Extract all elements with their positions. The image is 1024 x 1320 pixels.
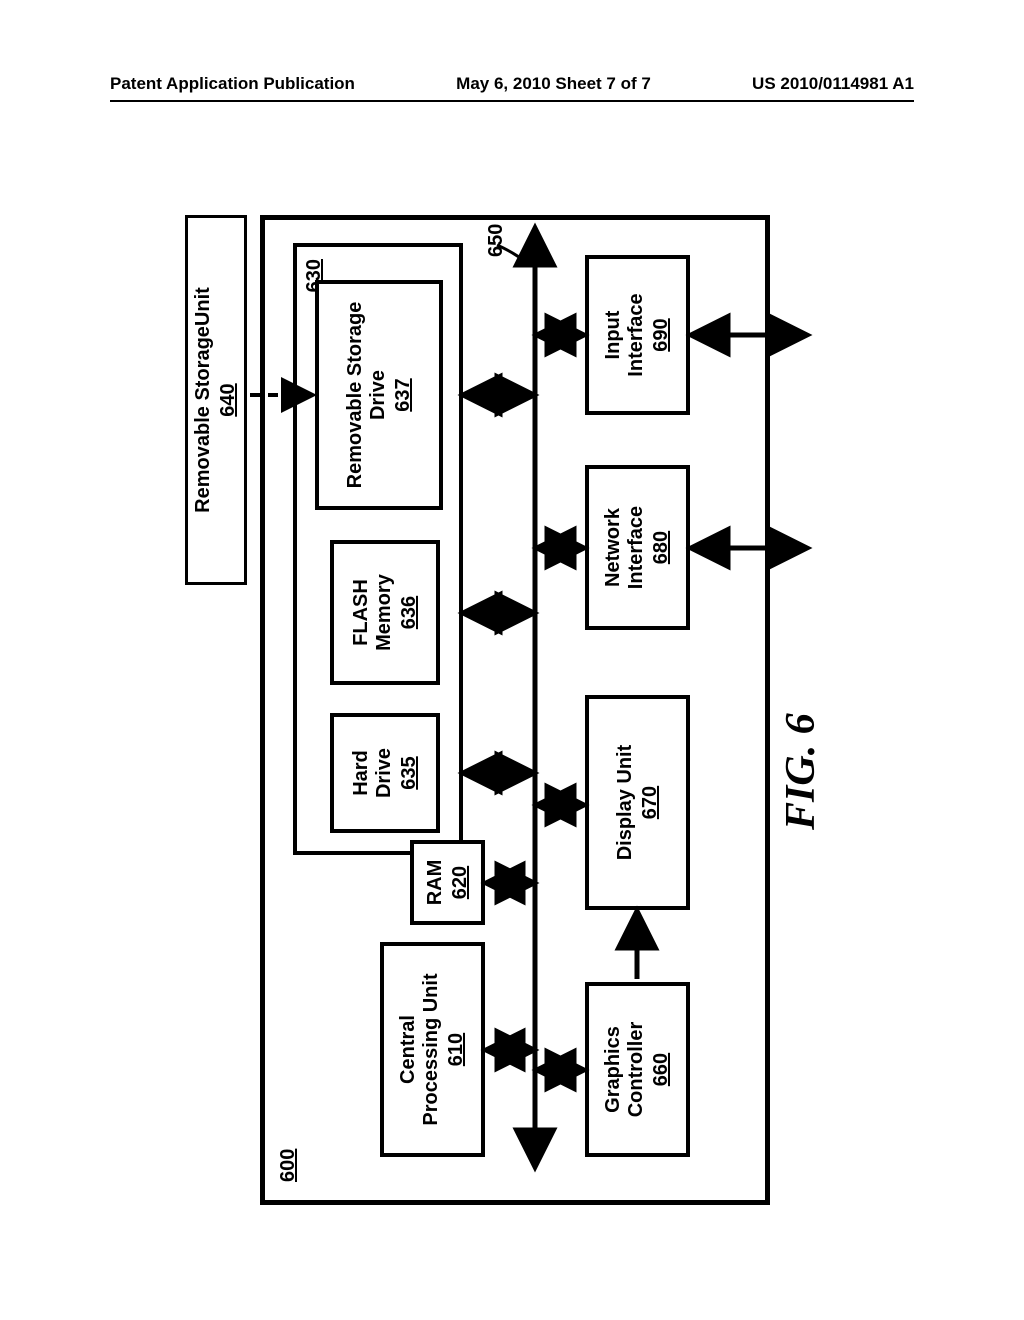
page: Patent Application Publication May 6, 20… [0,0,1024,1320]
figure-panel: 600 Removable StorageUnit 640 630 HardDr… [185,195,825,1205]
page-header: Patent Application Publication May 6, 20… [110,74,914,94]
header-rule [110,100,914,102]
header-right: US 2010/0114981 A1 [752,74,914,94]
connectors [185,195,825,1205]
header-center: May 6, 2010 Sheet 7 of 7 [456,74,651,94]
header-left: Patent Application Publication [110,74,355,94]
